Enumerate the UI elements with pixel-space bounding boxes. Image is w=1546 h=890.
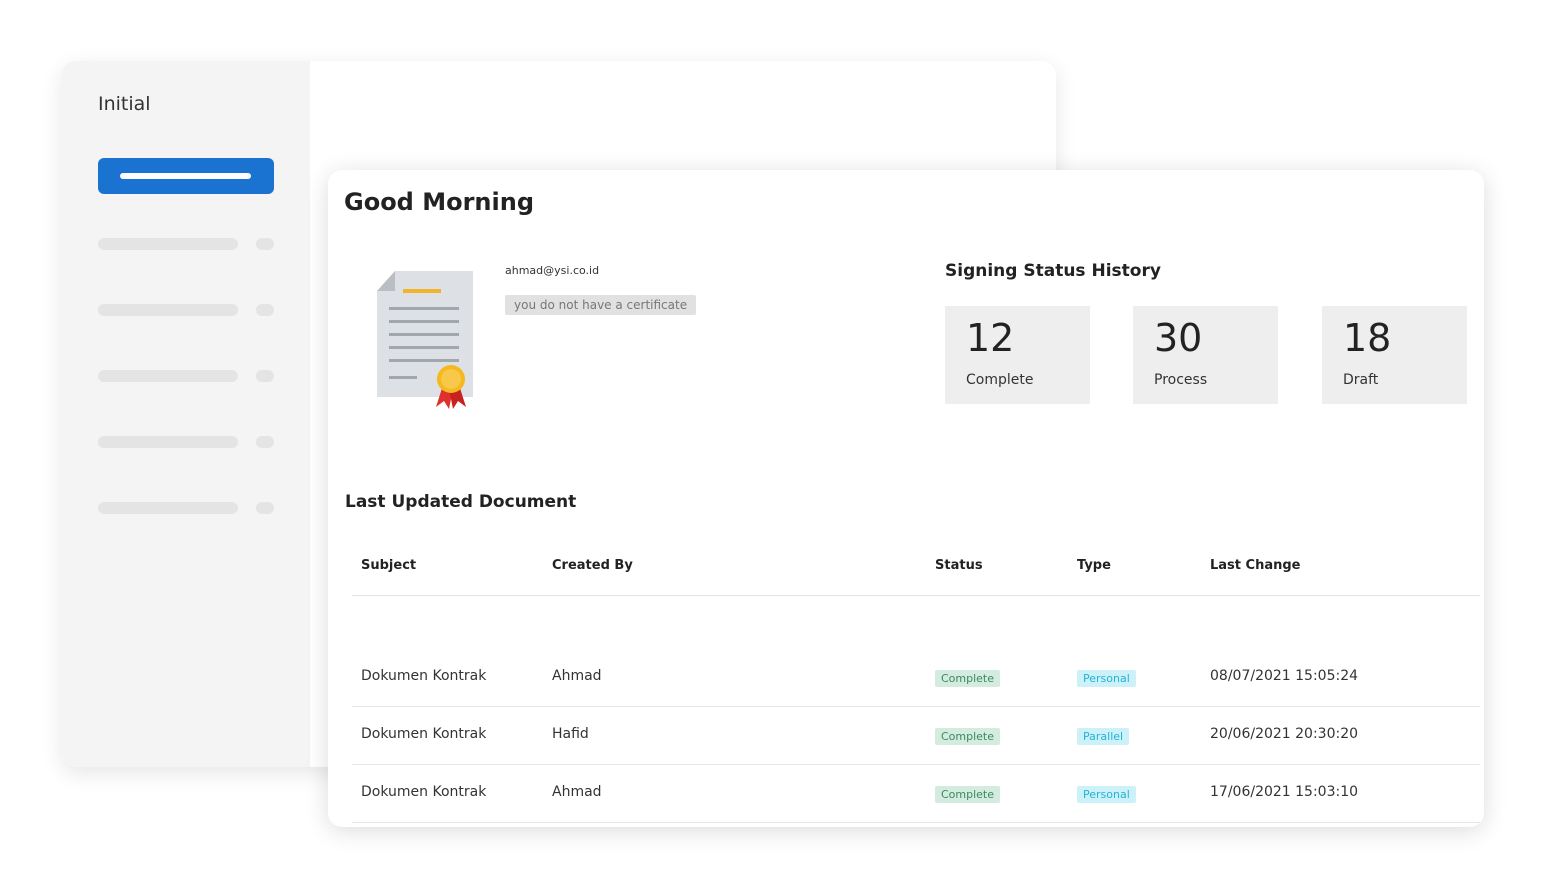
stat-value: 12 [966, 316, 1015, 360]
cell-last-change: 17/06/2021 15:03:10 [1210, 784, 1359, 800]
sidebar-item-indicator [256, 370, 274, 382]
type-badge: Parallel [1077, 728, 1130, 745]
stat-label: Draft [1343, 372, 1379, 388]
sidebar-item-placeholder [98, 304, 238, 316]
cell-created-by: Ahmad [552, 668, 602, 684]
table-row[interactable]: Dokumen Kontrak Ahmad Complete Personal … [352, 648, 1480, 707]
stat-card-draft[interactable]: 18 Draft [1322, 306, 1467, 404]
stat-value: 18 [1343, 316, 1392, 360]
cell-subject: Dokumen Kontrak [361, 784, 487, 800]
sidebar-item-placeholder [98, 370, 238, 382]
type-badge: Personal [1077, 670, 1136, 687]
certificate-icon [373, 267, 473, 416]
documents-title: Last Updated Document [345, 492, 577, 512]
sidebar-item-3[interactable] [98, 370, 274, 382]
sidebar-item-placeholder [98, 436, 238, 448]
stat-card-process[interactable]: 30 Process [1133, 306, 1278, 404]
cell-last-change: 20/06/2021 20:30:20 [1210, 726, 1359, 742]
table-row[interactable]: Dokumen Kontrak Hafid Complete Parallel … [352, 706, 1480, 765]
stat-label: Complete [966, 372, 1034, 388]
signing-status-title: Signing Status History [945, 261, 1161, 281]
greeting-title: Good Morning [344, 188, 534, 216]
sidebar-item-4[interactable] [98, 436, 274, 448]
sidebar: Initial [62, 61, 310, 767]
sidebar-item-indicator [256, 304, 274, 316]
sidebar-item-2[interactable] [98, 304, 274, 316]
column-header-type[interactable]: Type [1077, 558, 1111, 573]
status-badge: Complete [935, 670, 1001, 687]
stat-value: 30 [1154, 316, 1203, 360]
status-badge: Complete [935, 786, 1001, 803]
sidebar-title: Initial [98, 93, 151, 115]
status-badge: Complete [935, 728, 1001, 745]
cell-created-by: Hafid [552, 726, 589, 742]
stat-card-complete[interactable]: 12 Complete [945, 306, 1090, 404]
table-header-divider [352, 595, 1480, 596]
sidebar-item-indicator [256, 502, 274, 514]
sidebar-item-5[interactable] [98, 502, 274, 514]
type-badge: Personal [1077, 786, 1136, 803]
column-header-created-by[interactable]: Created By [552, 558, 633, 573]
cell-last-change: 08/07/2021 15:05:24 [1210, 668, 1359, 684]
sidebar-item-indicator [256, 436, 274, 448]
user-email: ahmad@ysi.co.id [505, 264, 600, 277]
table-row[interactable]: Dokumen Kontrak Ahmad Complete Personal … [352, 764, 1480, 823]
certificate-status-badge: you do not have a certificate [505, 295, 697, 315]
column-header-subject[interactable]: Subject [361, 558, 416, 573]
sidebar-item-1[interactable] [98, 238, 274, 250]
cell-subject: Dokumen Kontrak [361, 668, 487, 684]
sidebar-item-placeholder [120, 173, 251, 179]
column-header-status[interactable]: Status [935, 558, 983, 573]
column-header-last-change[interactable]: Last Change [1210, 558, 1300, 573]
cell-created-by: Ahmad [552, 784, 602, 800]
sidebar-item-placeholder [98, 502, 238, 514]
stat-label: Process [1154, 372, 1208, 388]
sidebar-item-indicator [256, 238, 274, 250]
sidebar-item-placeholder [98, 238, 238, 250]
dashboard-card: Good Morning ahmad@ysi.co.id you do not … [328, 170, 1484, 827]
cell-subject: Dokumen Kontrak [361, 726, 487, 742]
sidebar-item-active[interactable] [98, 158, 274, 194]
